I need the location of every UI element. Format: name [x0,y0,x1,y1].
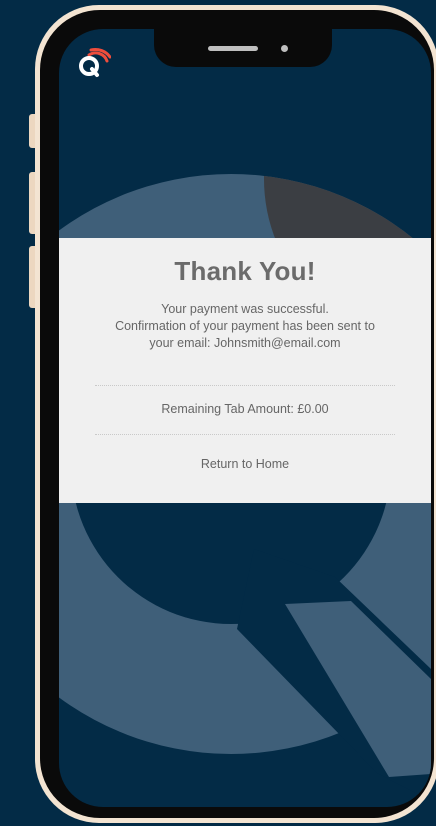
message-line: Confirmation of your payment has been se… [115,319,375,333]
message-line: your email: Johnsmith@email.com [149,336,341,350]
front-camera [281,45,288,52]
page-title: Thank You! [174,256,316,286]
phone-frame: Thank You! Your payment was successful. … [35,5,436,823]
confirmation-message: Your payment was successful. Confirmatio… [59,301,431,352]
divider [95,434,395,435]
phone-notch [154,29,332,67]
phone-screen: Thank You! Your payment was successful. … [59,29,431,807]
payment-confirmation-card: Thank You! Your payment was successful. … [59,238,431,503]
remaining-tab-amount: Remaining Tab Amount: £0.00 [161,402,329,416]
q-wifi-logo-icon [79,48,111,77]
return-to-home-link[interactable]: Return to Home [201,457,289,471]
phone-bezel: Thank You! Your payment was successful. … [40,10,434,818]
speaker-grille [208,46,258,51]
message-line: Your payment was successful. [161,302,329,316]
